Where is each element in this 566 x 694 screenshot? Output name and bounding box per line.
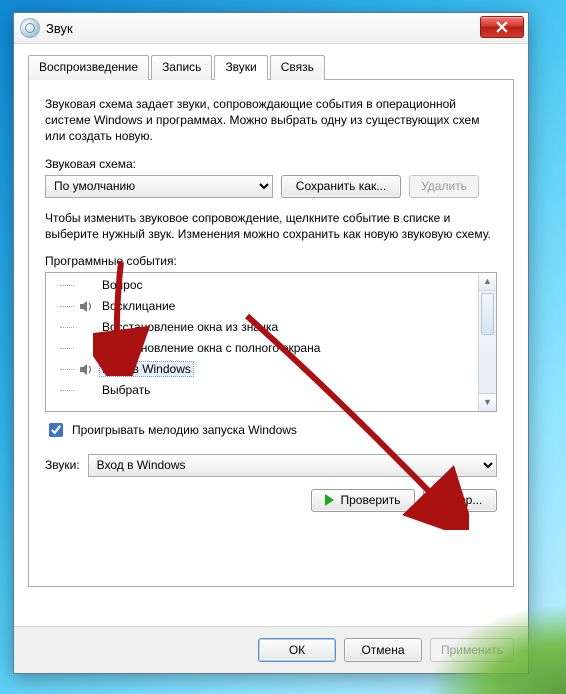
speaker-icon [78,341,94,355]
window-title: Звук [46,21,73,36]
scroll-down-button[interactable]: ▼ [479,393,496,411]
play-startup-checkbox[interactable] [49,423,63,437]
sound-file-combo[interactable]: Вход в Windows [88,454,497,477]
scroll-up-button[interactable]: ▲ [479,273,496,291]
sounds-label: Звуки: [45,458,80,472]
apply-button: Применить [430,638,514,662]
event-name: Вопрос [99,277,146,293]
cancel-button[interactable]: Отмена [344,638,422,662]
titlebar[interactable]: Звук [14,13,528,44]
events-label: Программные события: [45,254,497,268]
event-name: Восклицание [99,298,178,314]
scheme-label: Звуковая схема: [45,157,497,171]
scrollbar[interactable]: ▲ ▼ [478,273,496,411]
event-item[interactable]: Вход в Windows [54,359,479,380]
tab-strip: Воспроизведение Запись Звуки Связь [28,54,514,79]
tab-sounds[interactable]: Звуки [214,55,267,80]
event-name: Вход в Windows [99,361,194,377]
event-item[interactable]: Выбрать [54,380,479,401]
close-button[interactable] [480,16,524,38]
tab-recording[interactable]: Запись [151,55,212,80]
sound-icon [20,18,40,38]
speaker-icon [78,320,94,334]
play-icon [325,494,334,506]
save-as-button[interactable]: Сохранить как... [281,175,401,198]
event-item[interactable]: Восклицание [54,296,479,317]
speaker-icon [78,383,94,397]
event-item[interactable]: Восстановление окна из значка [54,317,479,338]
speaker-icon [78,299,94,313]
event-name: Восстановление окна из значка [99,319,281,335]
browse-button[interactable]: Обзор... [423,489,497,512]
play-startup-label[interactable]: Проигрывать мелодию запуска Windows [72,423,297,437]
intro-text: Звуковая схема задает звуки, сопровождаю… [45,96,497,145]
tab-communications[interactable]: Связь [270,55,325,80]
events-listbox[interactable]: Вопрос Восклицание Восстановление окна из … [45,272,497,412]
event-item[interactable]: Восстановление окна с полного экрана [54,338,479,359]
close-icon [496,21,508,33]
scheme-combo[interactable]: По умолчанию [45,175,273,198]
sounds-page: Звуковая схема задает звуки, сопровождаю… [28,79,514,587]
event-item[interactable]: Вопрос [54,275,479,296]
dialog-footer: ОК Отмена Применить [14,626,528,673]
tab-playback[interactable]: Воспроизведение [28,55,149,80]
event-name: Выбрать [99,382,153,398]
delete-button: Удалить [409,175,479,198]
events-intro: Чтобы изменить звуковое сопровождение, щ… [45,210,497,242]
test-button[interactable]: Проверить [311,489,415,512]
speaker-icon [78,278,94,292]
event-name: Восстановление окна с полного экрана [99,340,323,356]
scroll-thumb[interactable] [481,293,494,335]
speaker-icon [78,362,94,376]
ok-button[interactable]: ОК [258,638,336,662]
sound-dialog: Звук Воспроизведение Запись Звуки Связь … [13,12,529,674]
